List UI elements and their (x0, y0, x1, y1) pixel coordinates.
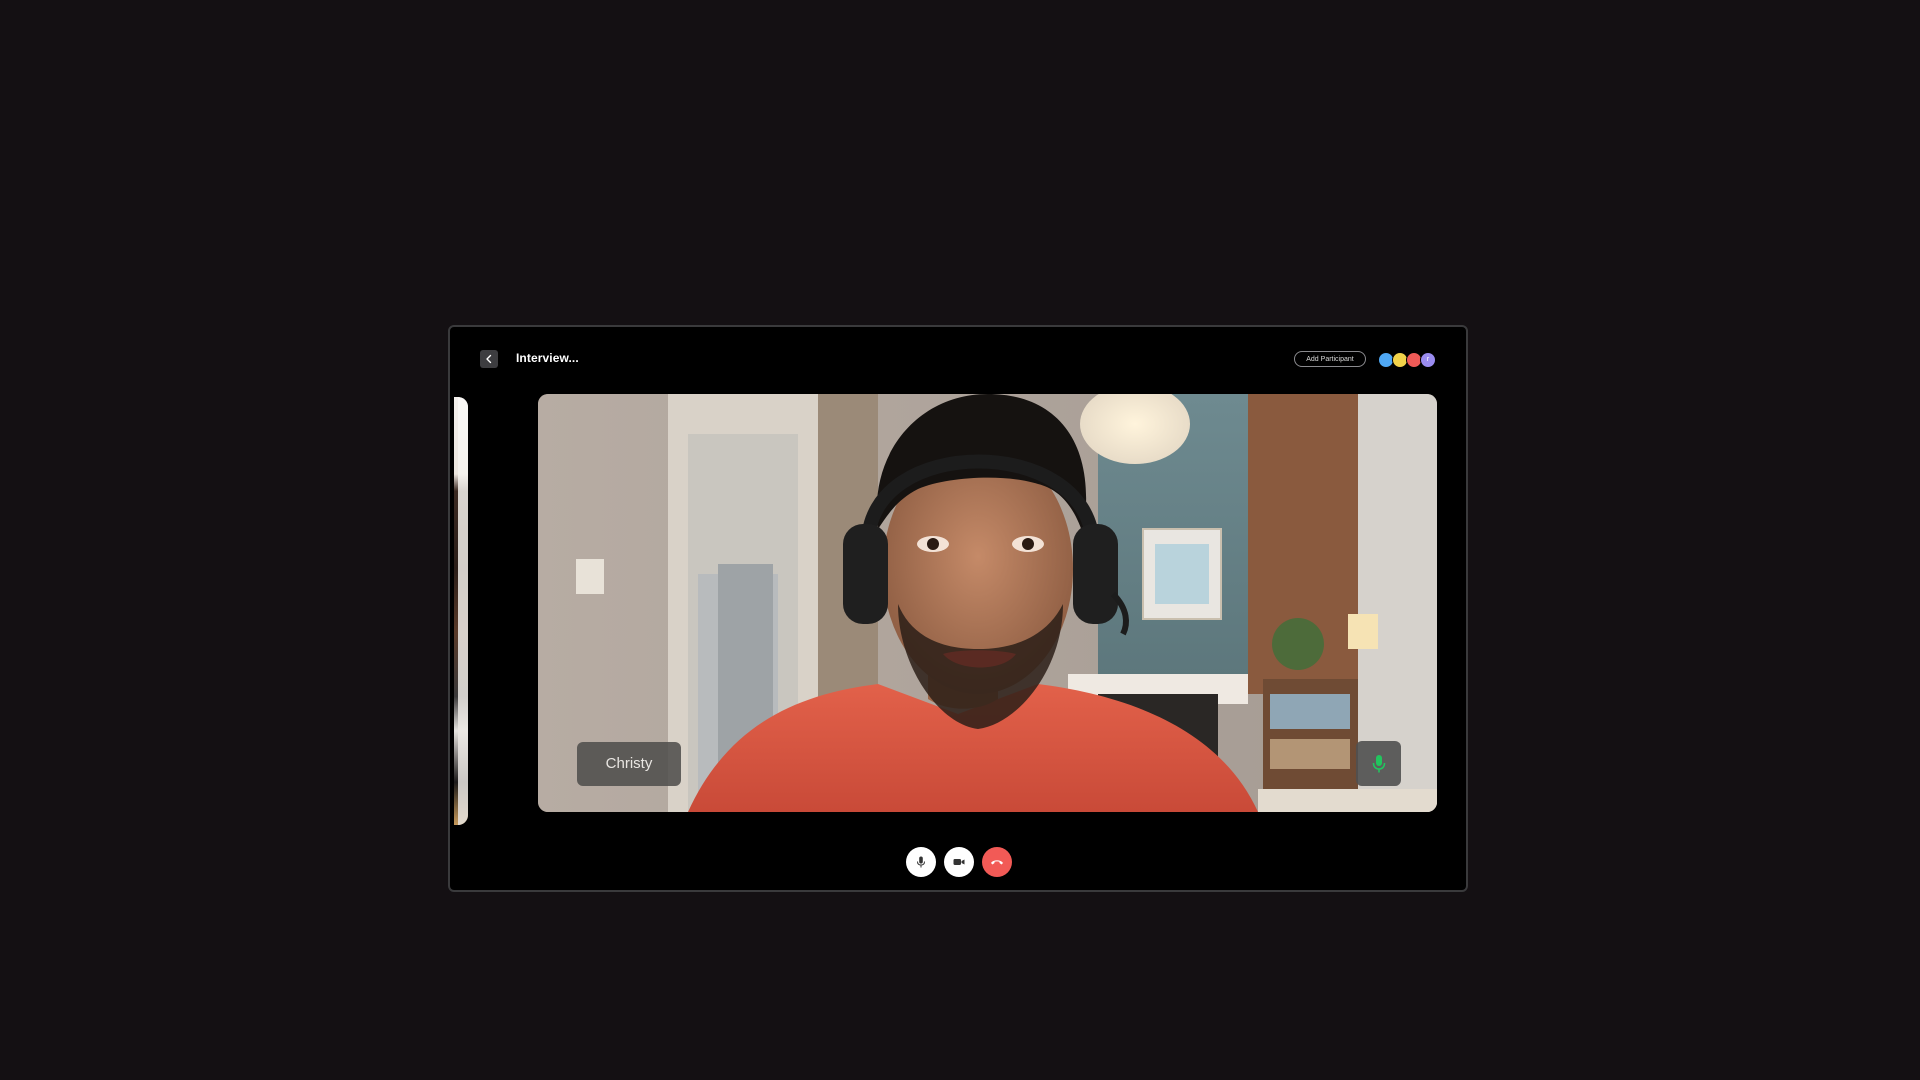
video-camera-icon (953, 859, 965, 865)
add-participant-button[interactable]: Add Participant (1294, 351, 1366, 367)
call-window: Interview... Add Participant r Christy (448, 325, 1468, 892)
call-title: Interview... (516, 351, 579, 365)
back-button[interactable] (480, 350, 498, 368)
mute-button[interactable] (906, 847, 936, 877)
camera-button[interactable] (944, 847, 974, 877)
mic-icon (1372, 754, 1385, 772)
end-call-button[interactable] (982, 847, 1012, 877)
avatar[interactable]: r (1420, 352, 1436, 368)
participant-name-tag: Christy (577, 742, 681, 786)
side-participant-thumbnail[interactable] (454, 397, 468, 825)
phone-hangup-icon (991, 860, 1003, 865)
chevron-left-icon (486, 354, 492, 364)
top-bar: Interview... Add Participant r (450, 327, 1466, 385)
mic-icon (917, 856, 925, 868)
main-video-feed[interactable]: Christy (538, 394, 1437, 812)
mic-status-indicator (1356, 741, 1401, 786)
participant-avatars[interactable]: r (1378, 352, 1448, 368)
